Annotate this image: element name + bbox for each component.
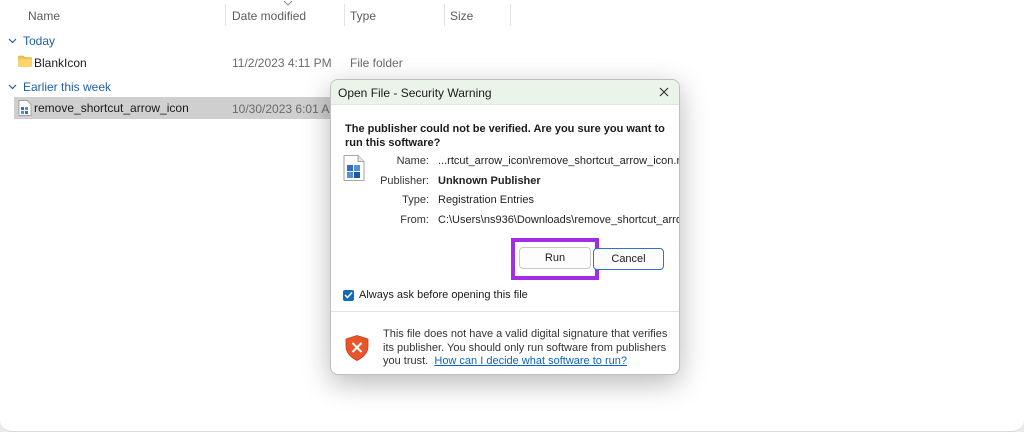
signature-warning-text: This file does not have a valid digital … — [383, 328, 673, 369]
file-name: BlankIcon — [34, 56, 87, 70]
group-label: Earlier this week — [23, 80, 112, 94]
folder-icon — [18, 55, 32, 70]
column-size[interactable]: Size — [450, 9, 473, 23]
column-divider[interactable] — [344, 4, 345, 26]
dialog-title: Open File - Security Warning — [338, 86, 492, 100]
dialog-divider — [331, 311, 679, 312]
from-value: C:\Users\ns936\Downloads\remove_shortcut… — [438, 214, 680, 226]
column-divider[interactable] — [225, 4, 226, 26]
column-type[interactable]: Type — [350, 9, 376, 23]
always-ask-label: Always ask before opening this file — [359, 289, 528, 301]
name-value: ...rtcut_arrow_icon\remove_shortcut_arro… — [438, 155, 680, 167]
always-ask-checkbox[interactable] — [343, 289, 354, 301]
name-label: Name: — [396, 155, 429, 167]
security-question: The publisher could not be verified. Are… — [345, 123, 665, 149]
cancel-button[interactable]: Cancel — [593, 248, 664, 270]
chevron-down-icon — [8, 84, 17, 90]
group-label: Today — [23, 34, 56, 48]
from-label: From: — [400, 214, 429, 226]
chevron-down-icon — [8, 38, 17, 44]
column-divider[interactable] — [510, 4, 511, 26]
run-button[interactable]: Run — [519, 247, 591, 269]
column-divider[interactable] — [444, 4, 445, 26]
file-name: remove_shortcut_arrow_icon — [34, 101, 189, 115]
sort-arrow-icon — [283, 0, 293, 6]
registry-file-icon — [18, 100, 32, 119]
column-headers: Name Date modified Type Size — [0, 0, 1024, 30]
column-date-modified[interactable]: Date modified — [232, 9, 306, 23]
date-modified-cell: 11/2/2023 4:11 PM — [232, 56, 332, 70]
security-shield-icon — [345, 335, 369, 364]
date-modified-cell: 10/30/2023 6:01 AM — [232, 102, 340, 116]
security-warning-dialog: Open File - Security Warning The publish… — [330, 79, 680, 375]
type-label: Type: — [402, 194, 429, 206]
column-name[interactable]: Name — [28, 9, 60, 23]
type-cell: File folder — [350, 56, 403, 70]
always-ask-checkbox-row[interactable]: Always ask before opening this file — [343, 289, 528, 301]
publisher-label: Publisher: — [380, 175, 429, 187]
type-value: Registration Entries — [438, 194, 534, 206]
close-button[interactable] — [653, 83, 675, 101]
group-header-today[interactable]: Today — [8, 34, 55, 48]
help-link[interactable]: How can I decide what software to run? — [434, 355, 627, 367]
close-icon — [659, 87, 669, 97]
publisher-value: Unknown Publisher — [438, 175, 541, 187]
dialog-titlebar[interactable]: Open File - Security Warning — [331, 80, 679, 105]
group-header-earlier-this-week[interactable]: Earlier this week — [8, 80, 111, 94]
checkmark-icon — [344, 291, 353, 299]
